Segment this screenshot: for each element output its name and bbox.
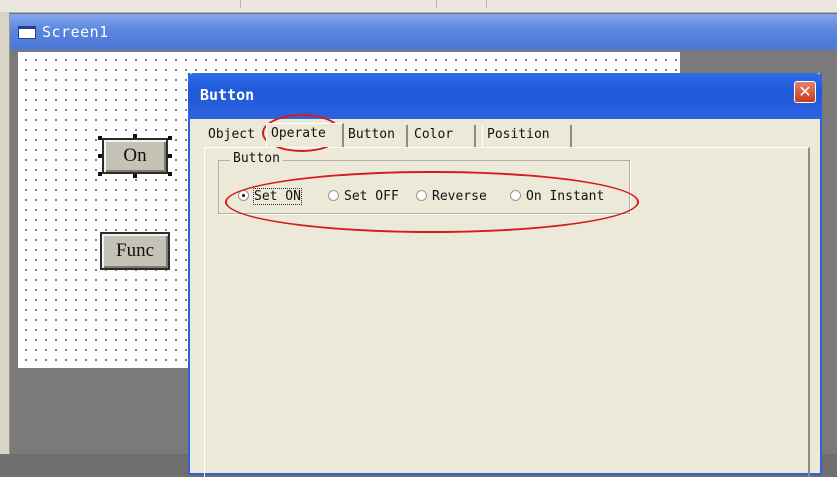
radio-on-instant[interactable]: On Instant [510, 189, 604, 204]
close-icon[interactable]: ✕ [794, 81, 816, 103]
radio-unchecked-icon[interactable] [416, 190, 427, 201]
radio-unchecked-icon[interactable] [328, 190, 339, 201]
func-button[interactable]: Func [100, 232, 170, 270]
strip-divider [436, 0, 437, 8]
tab-color[interactable]: Color [410, 125, 476, 147]
radio-unchecked-icon[interactable] [510, 190, 521, 201]
dialog-titlebar[interactable]: Button ✕ [188, 73, 822, 119]
radio-label: On Instant [526, 189, 605, 204]
radio-reverse[interactable]: Reverse [416, 189, 487, 204]
screen-window-titlebar[interactable]: Screen1 [10, 14, 837, 50]
radio-set-on[interactable]: Set ON [238, 188, 302, 205]
tab-object[interactable]: Object [204, 125, 266, 147]
button-groupbox [218, 160, 630, 214]
selection-handle[interactable] [168, 154, 172, 158]
radio-label: Set OFF [344, 189, 399, 204]
left-frame [0, 12, 10, 454]
radio-checked-icon[interactable] [238, 190, 249, 201]
tab-operate[interactable]: Operate [266, 123, 344, 147]
button-dialog: Button ✕ Object Operate Button Color Pos… [188, 73, 822, 477]
radio-set-off[interactable]: Set OFF [328, 189, 399, 204]
tab-position[interactable]: Position [482, 125, 572, 147]
window-icon [18, 26, 36, 39]
dialog-title: Button [200, 86, 255, 104]
screen-window-title: Screen1 [42, 23, 109, 41]
top-strip [0, 0, 837, 13]
selection-handle[interactable] [168, 172, 172, 176]
selection-handle[interactable] [98, 154, 102, 158]
radio-label: Set ON [253, 188, 302, 205]
selection-handle[interactable] [98, 172, 102, 176]
tab-button[interactable]: Button [344, 125, 408, 147]
radio-label: Reverse [432, 189, 487, 204]
selection-handle[interactable] [98, 136, 102, 140]
selection-handle[interactable] [133, 174, 137, 178]
groupbox-label: Button [230, 151, 283, 166]
strip-divider [486, 0, 487, 8]
selection-handle[interactable] [133, 134, 137, 138]
selection-handle[interactable] [168, 136, 172, 140]
on-button[interactable]: On [102, 138, 168, 174]
strip-divider [240, 0, 241, 8]
